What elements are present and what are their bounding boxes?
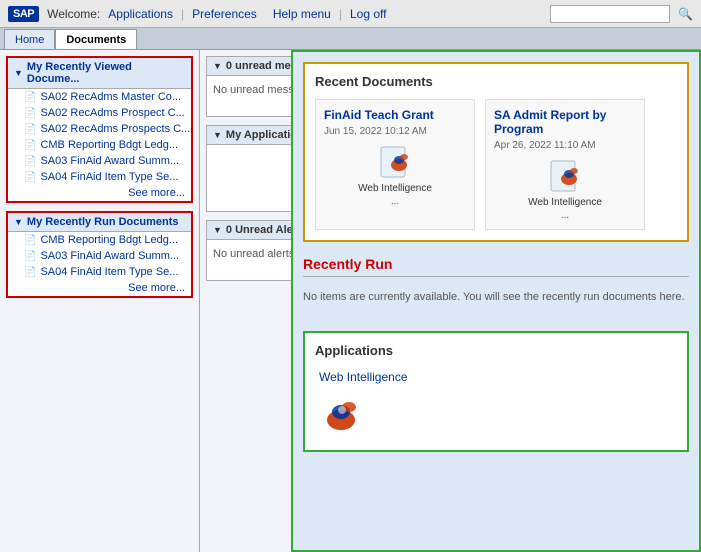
help-menu[interactable]: Help menu (273, 7, 331, 21)
doc-card-1[interactable]: FinAid Teach Grant Jun 15, 2022 10:12 AM… (315, 99, 475, 230)
tab-documents[interactable]: Documents (55, 29, 137, 49)
preferences-menu[interactable]: Preferences (192, 7, 257, 21)
run-doc-icon-2: 📄 (24, 251, 36, 262)
main-content: ▼ My Recently Viewed Docume... 📄 SA02 Re… (0, 50, 701, 552)
recently-run-right-section: Recently Run No items are currently avai… (303, 256, 689, 317)
recently-viewed-item-2[interactable]: 📄 SA02 RecAdms Prospect C... (8, 105, 191, 121)
recently-run-see-more[interactable]: See more... (8, 280, 191, 296)
sap-logo: SAP (8, 6, 39, 22)
doc-card-1-title: FinAid Teach Grant (324, 108, 466, 122)
doc-card-2-footer: Web Intelligence ... (494, 159, 636, 221)
run-doc-icon-3: 📄 (24, 267, 36, 278)
applications-title: Applications (315, 343, 677, 358)
doc-icon-1: 📄 (24, 92, 36, 103)
doc-card-2-date: Apr 26, 2022 11:10 AM (494, 140, 636, 151)
wi-dots-1: ... (391, 196, 399, 207)
welcome-label: Welcome: (47, 7, 100, 21)
recently-viewed-item-6[interactable]: 📄 SA04 FinAid Item Type Se... (8, 169, 191, 185)
doc-icon-4: 📄 (24, 140, 36, 151)
recently-run-title: My Recently Run Documents (27, 216, 179, 228)
right-overlay-panel: Recent Documents FinAid Teach Grant Jun … (291, 50, 701, 552)
applications-box: Applications Web Intelligence (303, 331, 689, 452)
run-doc-icon-1: 📄 (24, 235, 36, 246)
top-bar: SAP Welcome: Applications | Preferences … (0, 0, 701, 28)
unread-alerts-text: No unread alerts (213, 248, 294, 260)
doc-icon-5: 📄 (24, 156, 36, 167)
recent-documents-box: Recent Documents FinAid Teach Grant Jun … (303, 62, 689, 242)
recently-viewed-arrow: ▼ (14, 68, 23, 78)
search-input[interactable] (550, 5, 670, 23)
recently-run-item-1[interactable]: 📄 CMB Reporting Bdgt Ledg... (8, 232, 191, 248)
recently-viewed-item-4[interactable]: 📄 CMB Reporting Bdgt Ledg... (8, 137, 191, 153)
search-icon[interactable]: 🔍 (678, 7, 693, 21)
wi-label-1: Web Intelligence (358, 183, 432, 194)
doc-card-2-title: SA Admit Report by Program (494, 108, 636, 136)
alerts-arrow: ▼ (213, 225, 222, 235)
apps-arrow: ▼ (213, 130, 222, 140)
doc-card-1-date: Jun 15, 2022 10:12 AM (324, 126, 466, 137)
doc-icon-6: 📄 (24, 172, 36, 183)
messages-arrow: ▼ (213, 61, 222, 71)
recently-viewed-section: ▼ My Recently Viewed Docume... 📄 SA02 Re… (6, 56, 193, 203)
wi-label-2: Web Intelligence (528, 197, 602, 208)
app-web-intelligence[interactable]: Web Intelligence (315, 366, 677, 440)
recently-viewed-header: ▼ My Recently Viewed Docume... (8, 58, 191, 89)
left-panel: ▼ My Recently Viewed Docume... 📄 SA02 Re… (0, 50, 200, 552)
logoff-link[interactable]: Log off (350, 7, 386, 21)
app-wi-icon (319, 392, 363, 436)
recently-viewed-see-more[interactable]: See more... (8, 185, 191, 201)
wi-dots-2: ... (561, 210, 569, 221)
recently-viewed-item-5[interactable]: 📄 SA03 FinAid Award Summ... (8, 153, 191, 169)
recently-viewed-item-3[interactable]: 📄 SA02 RecAdms Prospects C... (8, 121, 191, 137)
recently-viewed-item-1[interactable]: 📄 SA02 RecAdms Master Co... (8, 89, 191, 105)
doc-icon-2: 📄 (24, 108, 36, 119)
doc-card-1-footer: Web Intelligence ... (324, 145, 466, 207)
tab-bar: Home Documents (0, 28, 701, 50)
menu-separator-1: | (181, 7, 184, 21)
menu-separator-3: | (339, 7, 342, 21)
recently-run-item-3[interactable]: 📄 SA04 FinAid Item Type Se... (8, 264, 191, 280)
recently-run-header: ▼ My Recently Run Documents (8, 213, 191, 232)
doc-cards-container: FinAid Teach Grant Jun 15, 2022 10:12 AM… (315, 99, 677, 230)
doc-card-2[interactable]: SA Admit Report by Program Apr 26, 2022 … (485, 99, 645, 230)
wi-icon-1 (377, 145, 413, 181)
recent-documents-title: Recent Documents (315, 74, 677, 89)
app-wi-name: Web Intelligence (319, 370, 408, 384)
recently-run-item-2[interactable]: 📄 SA03 FinAid Award Summ... (8, 248, 191, 264)
applications-menu[interactable]: Applications (108, 7, 173, 21)
recently-run-section: ▼ My Recently Run Documents 📄 CMB Report… (6, 211, 193, 298)
recently-run-arrow: ▼ (14, 217, 23, 227)
tab-home[interactable]: Home (4, 29, 55, 49)
recently-run-right-title: Recently Run (303, 256, 689, 277)
wi-icon-2 (547, 159, 583, 195)
recently-viewed-title: My Recently Viewed Docume... (27, 61, 185, 85)
recently-run-empty-message: No items are currently available. You wi… (303, 285, 689, 317)
doc-icon-3: 📄 (24, 124, 36, 135)
